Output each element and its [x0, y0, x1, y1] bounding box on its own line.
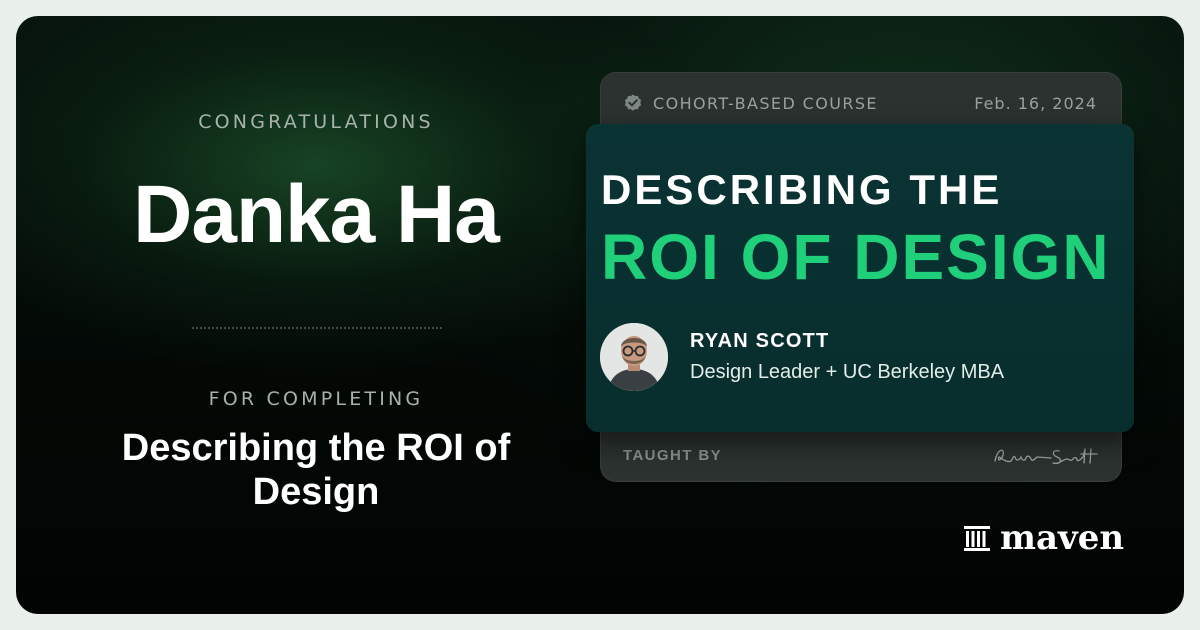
course-type-badge: COHORT-BASED COURSE	[623, 93, 878, 113]
recipient-name: Danka Ha	[133, 169, 500, 260]
brand-name: maven	[1000, 518, 1125, 558]
instructor-portrait-icon	[600, 323, 668, 391]
maven-logo: maven	[962, 520, 1124, 556]
course-card-header: COHORT-BASED COURSE Feb. 16, 2024	[623, 89, 1097, 117]
course-title-line-1: DESCRIBING THE	[601, 166, 1003, 213]
course-title-card: DESCRIBING THE ROI OF DESIGN RYAN SCOTT	[586, 124, 1134, 432]
maven-columns-icon	[964, 526, 990, 551]
instructor-text: RYAN SCOTT Design Leader + UC Berkeley M…	[690, 330, 1004, 384]
instructor-name: RYAN SCOTT	[690, 330, 830, 352]
instructor-block: RYAN SCOTT Design Leader + UC Berkeley M…	[600, 323, 1004, 391]
course-date: Feb. 16, 2024	[974, 93, 1097, 113]
certificate-left-panel: CONGRATULATIONS Danka Ha FOR COMPLETING …	[16, 16, 626, 614]
course-type-label: COHORT-BASED COURSE	[653, 93, 878, 113]
instructor-role: Design Leader + UC Berkeley MBA	[690, 361, 1005, 383]
taught-by-label: TAUGHT BY	[623, 446, 722, 464]
course-title-line-2: ROI OF DESIGN	[601, 221, 1111, 293]
for-completing-label: FOR COMPLETING	[208, 388, 424, 410]
congratulations-label: CONGRATULATIONS	[198, 111, 434, 133]
instructor-avatar	[600, 323, 668, 391]
verified-check-icon	[624, 94, 642, 111]
signature-icon	[994, 448, 1098, 465]
completed-course-title: Describing the ROI of Design	[121, 427, 511, 513]
course-card-footer: TAUGHT BY	[623, 437, 1109, 473]
dotted-divider	[192, 327, 442, 329]
certificate-frame: CONGRATULATIONS Danka Ha FOR COMPLETING …	[16, 16, 1184, 614]
